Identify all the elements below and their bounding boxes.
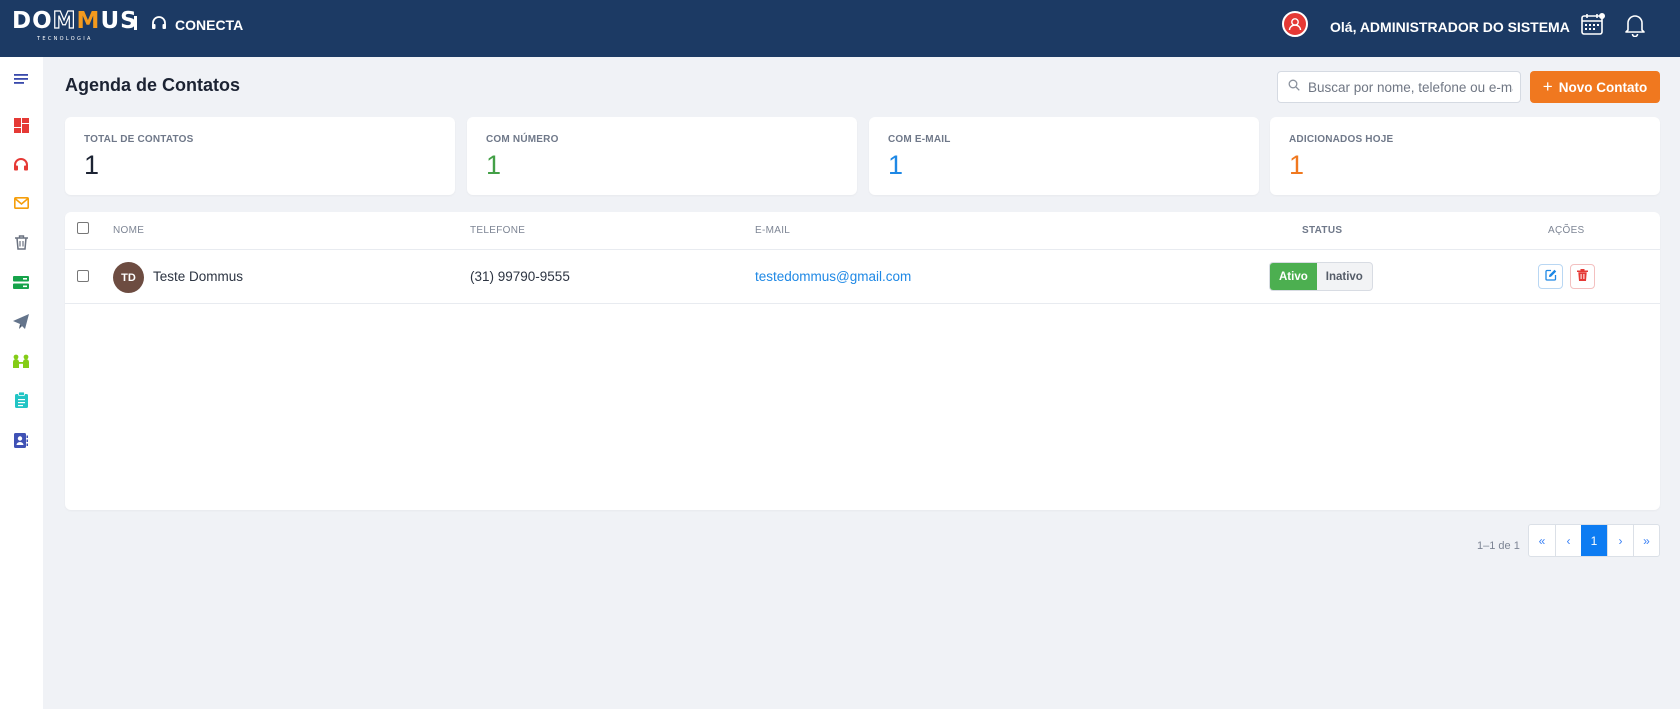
delete-button[interactable] [1570,264,1595,289]
app-name: CONECTA [151,16,243,33]
row-checkbox[interactable] [77,270,89,282]
app-name-label: CONECTA [175,16,244,33]
column-header-phone[interactable]: TELEFONE [470,225,525,236]
user-greeting[interactable]: Olá, ADMINISTRADOR DO SISTEMA [1330,19,1570,35]
status-active-option[interactable]: Ativo [1270,263,1317,290]
stat-label: ADICIONADOS HOJE [1289,134,1394,145]
logo-wordmark: DOMMUS [12,7,138,34]
prev-page-button[interactable]: ‹ [1555,525,1581,556]
top-bar: DOMMUS TECNOLOGIA CONECTA Olá, ADMINISTR… [0,0,1680,57]
select-all-checkbox[interactable] [77,222,89,234]
status-toggle[interactable]: Ativo Inativo [1269,262,1373,291]
contact-email-link[interactable]: testedommus@gmail.com [755,269,911,284]
status-inactive-option[interactable]: Inativo [1317,263,1372,290]
menu-icon[interactable] [12,70,30,88]
pagination-info: 1–1 de 1 [1477,540,1520,552]
contacts-table: NOME TELEFONE E-MAIL STATUS AÇÕES TD Tes… [65,212,1660,510]
new-contact-button[interactable]: + Novo Contato [1530,71,1660,103]
new-contact-label: Novo Contato [1558,79,1648,95]
stat-card-added-today: ADICIONADOS HOJE 1 [1270,117,1660,195]
plus-icon: + [1542,77,1553,96]
edit-icon [1544,268,1557,286]
page-title: Agenda de Contatos [65,75,241,95]
paper-plane-icon[interactable] [12,312,30,330]
trash-icon [1577,268,1588,286]
users-icon[interactable] [12,352,30,370]
next-page-button[interactable]: › [1607,525,1633,556]
last-page-button[interactable]: » [1633,525,1659,556]
stat-card-with-number: COM NÚMERO 1 [467,117,857,195]
column-header-email[interactable]: E-MAIL [755,225,790,236]
column-header-status: STATUS [1302,225,1343,236]
stat-value: 1 [888,150,904,180]
bell-icon[interactable] [1624,13,1646,38]
header-divider [134,16,137,30]
user-circle-icon[interactable] [1282,11,1308,37]
stat-label: COM E-MAIL [888,134,951,145]
dashboard-icon[interactable] [12,116,30,134]
column-header-actions: AÇÕES [1548,225,1585,236]
sidebar [0,57,43,709]
contact-phone: (31) 99790-9555 [470,269,570,284]
stat-card-with-email: COM E-MAIL 1 [869,117,1259,195]
stat-card-total: TOTAL DE CONTATOS 1 [65,117,455,195]
avatar: TD [113,262,144,293]
dommus-logo[interactable]: DOMMUS TECNOLOGIA [12,7,138,42]
stat-value: 1 [486,150,502,180]
calendar-icon[interactable] [1581,13,1605,35]
stat-label: TOTAL DE CONTATOS [84,134,194,145]
headset-icon [151,16,167,33]
headset-icon[interactable] [12,155,30,173]
server-icon[interactable] [12,273,30,291]
first-page-button[interactable]: « [1529,525,1555,556]
search-icon [1288,78,1300,96]
search-box[interactable] [1277,71,1521,103]
contact-name: Teste Dommus [153,269,244,284]
stat-value: 1 [84,150,100,180]
table-row[interactable]: TD Teste Dommus (31) 99790-9555 testedom… [65,250,1660,304]
table-header: NOME TELEFONE E-MAIL STATUS AÇÕES [65,212,1660,250]
edit-button[interactable] [1538,264,1563,289]
clipboard-icon[interactable] [12,391,30,409]
page-1-button[interactable]: 1 [1581,525,1607,556]
logo-subtitle: TECNOLOGIA [37,36,93,42]
search-input[interactable] [1308,79,1513,95]
envelope-icon[interactable] [12,194,30,212]
pagination: « ‹ 1 › » [1528,524,1660,557]
trash-icon[interactable] [12,233,30,251]
stat-label: COM NÚMERO [486,134,559,145]
column-header-name[interactable]: NOME [113,225,144,236]
stat-value: 1 [1289,150,1305,180]
address-book-icon[interactable] [12,431,30,449]
